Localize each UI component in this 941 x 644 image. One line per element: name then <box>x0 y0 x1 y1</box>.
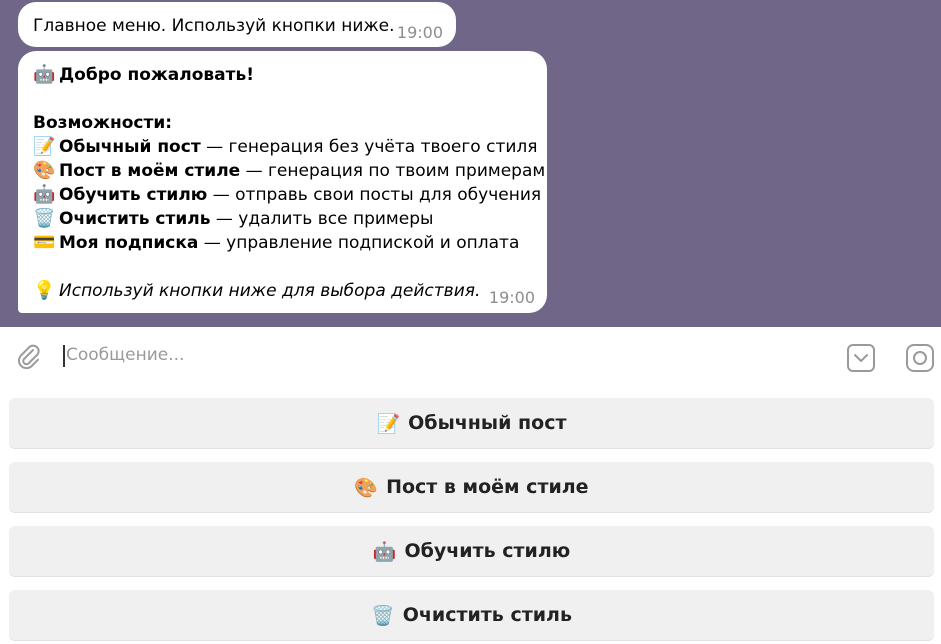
message-text: Главное меню. Используй кнопки ниже. <box>33 16 395 36</box>
feature-name: Пост в моём стиле <box>59 161 241 181</box>
feature-name: Очистить стиль <box>59 209 211 229</box>
feature-name: Обучить стилю <box>59 185 208 205</box>
welcome-title-line: 🤖 Добро пожаловать! <box>33 64 254 86</box>
feature-desc: — генерация без учёта твоего стиля <box>200 137 538 157</box>
message-bubble: Главное меню. Используй кнопки ниже. 19:… <box>18 2 456 47</box>
message-input[interactable]: Сообщение... <box>66 345 184 365</box>
hint-text: Используй кнопки ниже для выбора действи… <box>59 281 481 301</box>
feature-desc: — удалить все примеры <box>210 209 434 229</box>
feature-item: 💳 Моя подписка — управление подпиской и о… <box>33 232 520 254</box>
keyboard-button-train-style[interactable]: 🤖 Обучить стилю <box>9 526 934 577</box>
robot-icon: 🤖 <box>372 540 397 563</box>
welcome-title: Добро пожаловать! <box>59 65 254 85</box>
feature-item: 🗑️ Очистить стиль — удалить все примеры <box>33 208 434 230</box>
feature-desc: — отправь свои посты для обучения <box>207 185 542 205</box>
paperclip-icon[interactable] <box>14 342 44 372</box>
memo-icon: 📝 <box>376 412 401 435</box>
message-time: 19:00 <box>396 23 443 42</box>
keyboard-toggle-icon[interactable] <box>846 343 876 373</box>
feature-item: 🤖 Обучить стилю — отправь свои посты для … <box>33 184 542 206</box>
features-heading: Возможности: <box>33 113 173 133</box>
message-time: 19:00 <box>488 288 535 307</box>
text-cursor <box>63 345 65 367</box>
features-heading-line: Возможности: <box>33 113 172 133</box>
keyboard-button-label: Очистить стиль <box>402 604 572 626</box>
keyboard-button-label: Обычный пост <box>408 412 567 434</box>
welcome-message-bubble: 🤖 Добро пожаловать! Возможности: 📝 Обычный… <box>18 51 547 313</box>
palette-icon: 🎨 <box>354 476 379 499</box>
keyboard-button-regular-post[interactable]: 📝 Обычный пост <box>9 398 934 449</box>
feature-desc: — управление подпиской и оплата <box>198 233 520 253</box>
credit-card-icon: 💳 <box>33 232 56 253</box>
memo-icon: 📝 <box>33 136 56 157</box>
keyboard-button-label: Пост в моём стиле <box>386 476 589 498</box>
chat-area: Главное меню. Используй кнопки ниже. 19:… <box>0 0 941 327</box>
feature-desc: — генерация по твоим примерам <box>240 161 546 181</box>
light-bulb-icon: 💡 <box>33 280 56 301</box>
wastebasket-icon: 🗑️ <box>33 208 56 229</box>
feature-name: Моя подписка <box>59 233 199 253</box>
robot-icon: 🤖 <box>33 184 56 205</box>
palette-icon: 🎨 <box>33 160 56 181</box>
feature-name: Обычный пост <box>59 137 201 157</box>
keyboard-button-clear-style[interactable]: 🗑️ Очистить стиль <box>9 590 934 641</box>
robot-icon: 🤖 <box>33 64 56 85</box>
feature-item: 📝 Обычный пост — генерация без учёта твое… <box>33 136 538 158</box>
keyboard-button-my-style-post[interactable]: 🎨 Пост в моём стиле <box>9 462 934 513</box>
keyboard-button-label: Обучить стилю <box>404 540 571 562</box>
feature-item: 🎨 Пост в моём стиле — генерация по твоим … <box>33 160 546 182</box>
hint-line: 💡 Используй кнопки ниже для выбора действ… <box>33 280 481 302</box>
camera-icon[interactable] <box>905 343 935 373</box>
wastebasket-icon: 🗑️ <box>371 604 395 627</box>
